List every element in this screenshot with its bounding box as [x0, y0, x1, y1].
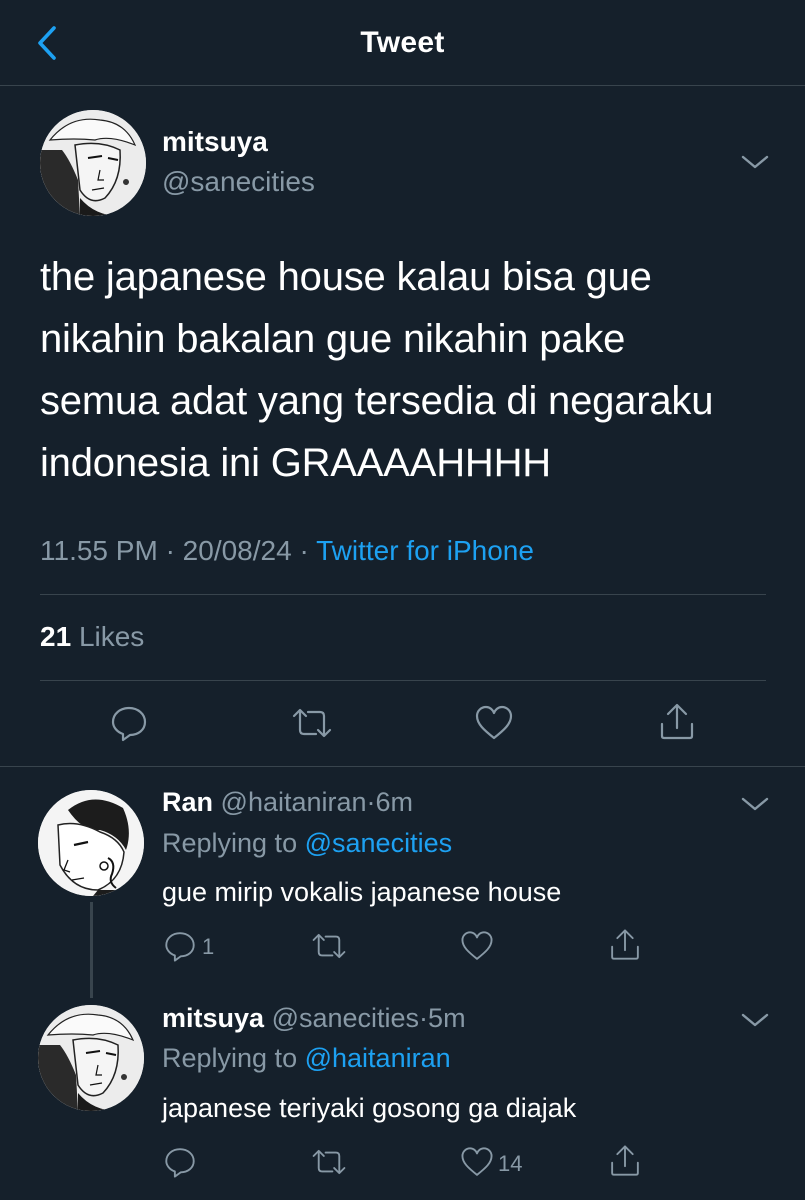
likes-label: Likes: [78, 621, 145, 652]
like-button[interactable]: [458, 928, 496, 969]
chevron-down-icon: [741, 797, 769, 811]
divider: [40, 594, 766, 595]
like-icon: [461, 931, 493, 960]
meta-separator: ·: [165, 535, 175, 566]
reply-author-name[interactable]: Ran: [162, 787, 213, 817]
retweet-icon: [312, 933, 346, 959]
reply-button[interactable]: [162, 1144, 198, 1185]
share-icon: [611, 929, 639, 960]
reply-button[interactable]: [108, 702, 150, 749]
divider: [40, 680, 766, 681]
reply-menu-button[interactable]: [740, 794, 770, 814]
like-icon: [475, 705, 513, 740]
reply-icon: [165, 932, 195, 962]
chevron-down-icon: [741, 155, 769, 169]
reply-button[interactable]: [162, 928, 198, 969]
replying-to: Replying to @haitaniran: [162, 1043, 451, 1074]
like-icon: [461, 1147, 493, 1176]
retweet-button[interactable]: [310, 1144, 348, 1185]
tweet-text-line: indonesia ini GRAAAAHHHH: [40, 441, 551, 485]
share-button[interactable]: [607, 926, 643, 969]
avatar-illustration: [38, 1005, 144, 1111]
share-button[interactable]: [656, 700, 698, 749]
like-button[interactable]: [458, 1144, 496, 1185]
tweet-menu-button[interactable]: [740, 152, 770, 172]
page-title: Tweet: [360, 26, 445, 59]
likes-count: 21: [40, 621, 72, 652]
author-name[interactable]: mitsuya: [162, 126, 268, 158]
top-bar: Tweet: [0, 0, 805, 86]
tweet-text-line: the japanese house kalau bisa gue: [40, 255, 652, 299]
share-button[interactable]: [607, 1142, 643, 1185]
reply-header: Ran @haitaniran·6m: [162, 787, 413, 818]
reply-count: 1: [202, 934, 215, 959]
likes-summary[interactable]: 21 Likes: [40, 621, 144, 653]
reply-icon: [165, 1148, 195, 1178]
reply-author-name[interactable]: mitsuya: [162, 1003, 264, 1033]
share-icon: [660, 703, 694, 740]
tweet-metadata: 11.55 PM · 20/08/24 · Twitter for iPhone: [40, 535, 534, 567]
avatar[interactable]: [40, 110, 146, 216]
replying-to-handle[interactable]: @haitaniran: [305, 1043, 451, 1073]
avatar[interactable]: [38, 790, 144, 896]
reply-time: 6m: [375, 787, 414, 817]
author-handle[interactable]: @sanecities: [162, 166, 315, 198]
replying-to-label: Replying to: [162, 1043, 298, 1073]
like-button[interactable]: [472, 702, 516, 749]
tweet-time: 11.55 PM: [40, 535, 158, 566]
meta-separator: ·: [299, 535, 309, 566]
avatar[interactable]: [38, 1005, 144, 1111]
reply-header: mitsuya @sanecities·5m: [162, 1003, 466, 1034]
reply-author-handle[interactable]: @haitaniran: [221, 787, 367, 817]
tweet-date: 20/08/24: [182, 535, 292, 566]
retweet-icon: [312, 1149, 346, 1175]
tweet-text-line: nikahin bakalan gue nikahin pake: [40, 317, 626, 361]
thread-connector: [90, 902, 93, 998]
reply-menu-button[interactable]: [740, 1010, 770, 1030]
reply-author-handle[interactable]: @sanecities: [272, 1003, 419, 1033]
tweet-source-link[interactable]: Twitter for iPhone: [316, 535, 534, 566]
like-count: 14: [498, 1151, 523, 1176]
reply-dot: ·: [366, 787, 376, 817]
reply-text: gue mirip vokalis japanese house: [162, 877, 562, 907]
reply-icon: [111, 706, 147, 742]
replying-to: Replying to @sanecities: [162, 828, 452, 859]
retweet-button[interactable]: [310, 928, 348, 969]
divider: [0, 766, 805, 767]
share-icon: [611, 1145, 639, 1176]
reply-dot: ·: [419, 1003, 429, 1033]
reply-text: japanese teriyaki gosong ga diajak: [162, 1093, 577, 1123]
reply-time: 5m: [428, 1003, 466, 1033]
avatar-illustration: [40, 110, 146, 216]
replying-to-handle[interactable]: @sanecities: [305, 828, 452, 858]
tweet-text-line: semua adat yang tersedia di negaraku: [40, 379, 714, 423]
replying-to-label: Replying to: [162, 828, 298, 858]
chevron-down-icon: [741, 1013, 769, 1027]
retweet-button[interactable]: [290, 702, 334, 749]
retweet-icon: [292, 708, 332, 738]
avatar-illustration: [38, 790, 144, 896]
tweet-text: the japanese house kalau bisa gue nikahi…: [40, 246, 780, 494]
